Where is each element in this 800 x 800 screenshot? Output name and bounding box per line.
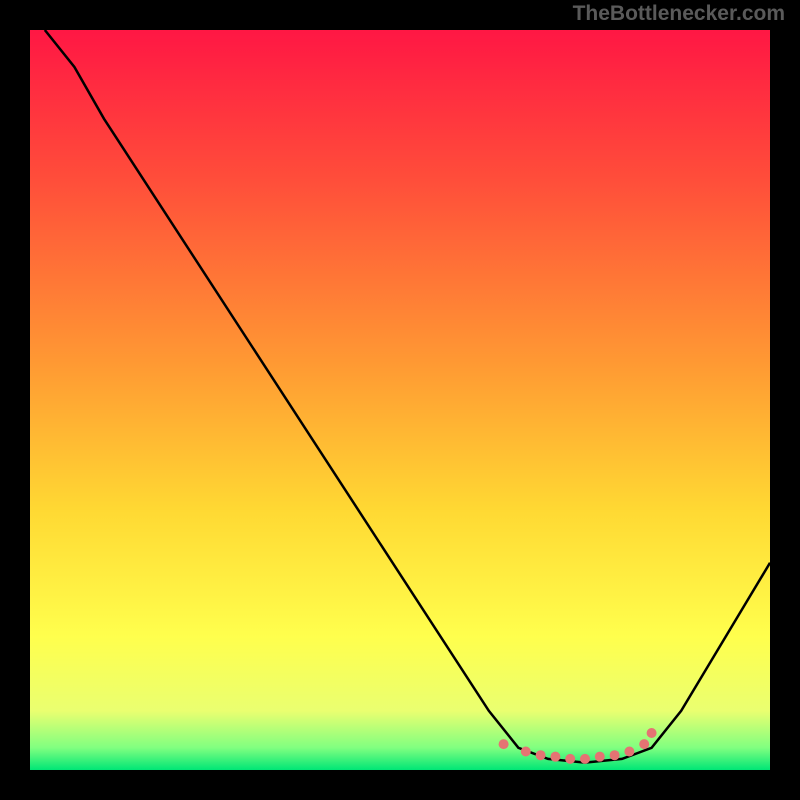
watermark-text: TheBottlenecker.com bbox=[573, 2, 785, 26]
scatter-point bbox=[595, 752, 605, 762]
scatter-point bbox=[624, 747, 634, 757]
scatter-point bbox=[521, 747, 531, 757]
scatter-point bbox=[499, 739, 509, 749]
scatter-point bbox=[610, 750, 620, 760]
scatter-point bbox=[647, 728, 657, 738]
scatter-point bbox=[550, 752, 560, 762]
chart-curve-layer bbox=[30, 30, 770, 770]
scatter-point bbox=[565, 754, 575, 764]
scatter-point bbox=[536, 750, 546, 760]
bottleneck-curve bbox=[45, 30, 770, 763]
scatter-point bbox=[580, 754, 590, 764]
scatter-points-group bbox=[499, 728, 657, 764]
chart-plot-area bbox=[30, 30, 770, 770]
scatter-point bbox=[639, 739, 649, 749]
